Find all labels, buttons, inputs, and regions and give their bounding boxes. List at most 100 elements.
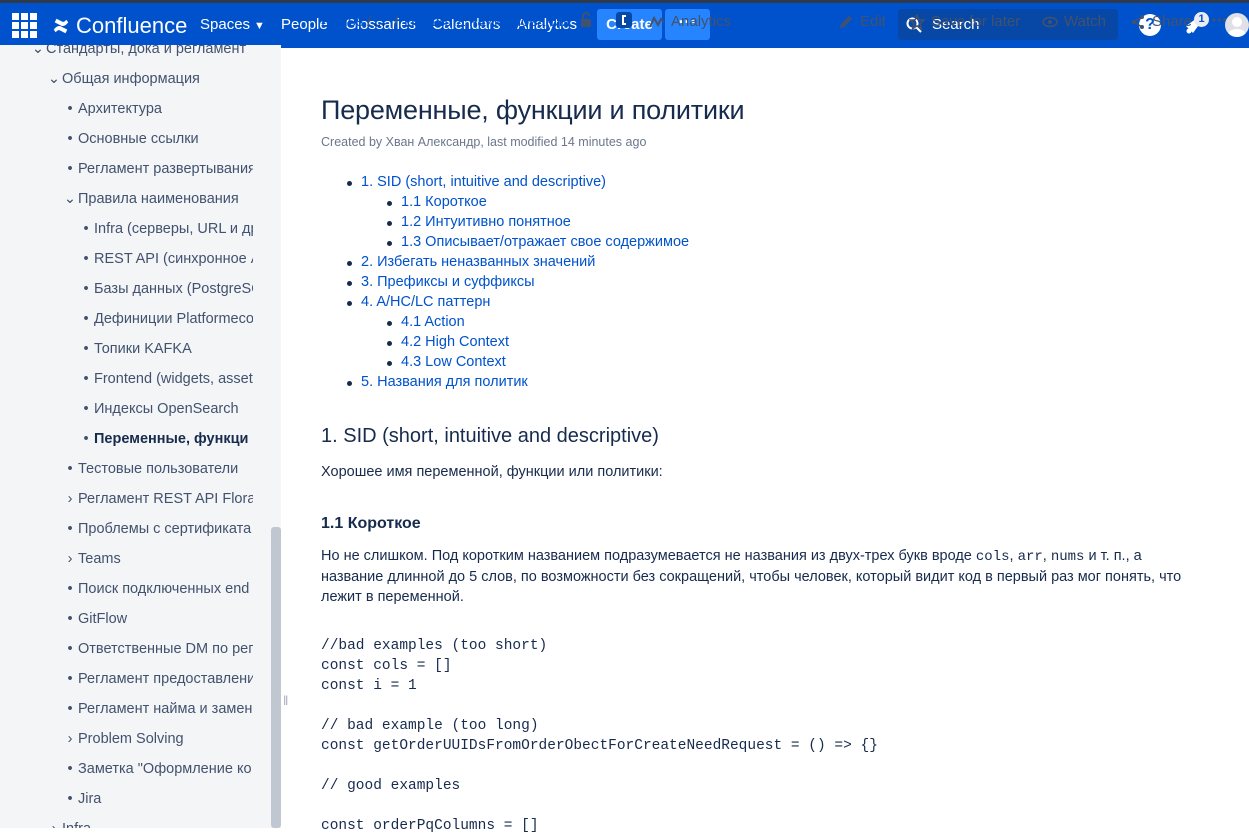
bullet-icon <box>347 261 352 266</box>
confluence-logo[interactable]: Confluence <box>52 3 187 48</box>
sidebar-tree-item[interactable]: • Дефиниции Platformeco <box>78 304 253 334</box>
nav-spaces[interactable]: Spaces ▼ <box>200 3 265 48</box>
watch-button[interactable]: Watch <box>1042 13 1106 30</box>
bullet-icon <box>387 221 392 226</box>
app-name: Confluence <box>76 12 188 38</box>
breadcrumb-parent[interactable]: Правила наименования <box>404 13 570 30</box>
sidebar-tree-item[interactable]: • Топики KAFKA <box>78 334 253 364</box>
sidebar-item-label: Infra (серверы, URL и др <box>94 221 253 237</box>
toc-link[interactable]: 4.3 Low Context <box>401 354 506 370</box>
bullet-icon <box>347 301 352 306</box>
confiforms-app-icon[interactable] <box>616 12 632 28</box>
short-description-paragraph: Но не слишком. Под коротким названием по… <box>321 546 1201 607</box>
app-switcher-icon[interactable] <box>12 13 37 38</box>
inline-code: nums <box>1050 549 1085 565</box>
analytics-button[interactable]: Analytics <box>649 13 731 30</box>
sidebar-tree-item[interactable]: › Problem Solving <box>62 724 253 754</box>
sidebar-item-label: Teams <box>78 551 121 567</box>
sidebar-tree-item[interactable]: ›Infra <box>46 814 253 828</box>
sidebar-tree-item[interactable]: › Регламент REST API Flora <box>62 484 253 514</box>
analytics-icon <box>649 15 665 27</box>
sidebar-tree-item[interactable]: • Ответственные DM по рег <box>62 634 253 664</box>
toc-link[interactable]: 1. SID (short, intuitive and descriptive… <box>361 174 606 190</box>
section-heading-sid: 1. SID (short, intuitive and descriptive… <box>321 425 659 447</box>
sidebar-tree-item[interactable]: • Frontend (widgets, asset <box>78 364 253 394</box>
sidebar-tree-item[interactable]: ⌄ Правила наименования <box>62 184 253 214</box>
pencil-icon <box>840 15 852 28</box>
breadcrumb-pages[interactable]: Pages <box>321 13 364 30</box>
toc-link[interactable]: 1.1 Короткое <box>401 194 487 210</box>
sidebar-tree-item[interactable]: • Регламент найма и замен <box>62 694 253 724</box>
avatar[interactable] <box>1225 13 1249 37</box>
sidebar-tree-item[interactable]: • Регламент предоставлени <box>62 664 253 694</box>
notification-count-badge: 1 <box>1194 12 1209 27</box>
sidebar-item-label: Jira <box>78 791 102 807</box>
eye-icon <box>1042 16 1058 27</box>
code-block: //bad examples (too short) const cols = … <box>321 638 878 834</box>
sidebar-item-label: REST API (синхронное А <box>94 251 253 267</box>
bullet-icon: • <box>67 101 73 117</box>
sidebar-item-label: Регламент найма и замен <box>78 701 253 717</box>
edit-button[interactable]: Edit <box>838 13 886 30</box>
save-for-later-button[interactable]: Save for later <box>909 13 1020 30</box>
sidebar-item-label: Регламент предоставлени <box>78 671 253 687</box>
sidebar-tree-item[interactable]: • Проблемы с сертификата <box>62 514 253 544</box>
chevron-down-icon[interactable]: ⌄ <box>30 45 46 64</box>
sidebar-tree-item[interactable]: • Переменные, функци <box>78 424 253 454</box>
sidebar-resize-handle[interactable]: ‖ <box>283 693 288 708</box>
chevron-right-icon[interactable]: › <box>46 814 62 828</box>
unlock-icon[interactable] <box>578 12 594 28</box>
toc-link[interactable]: 2. Избегать неназванных значений <box>361 254 595 270</box>
toc-link[interactable]: 1.3 Описывает/отражает свое содержимое <box>401 234 689 250</box>
sidebar-item-label: Основные ссылки <box>78 131 199 147</box>
sidebar-tree-item[interactable]: • Поиск подключенных end <box>62 574 253 604</box>
confluence-logo-icon <box>53 18 69 33</box>
toc-link[interactable]: 4. A/HC/LC паттерн <box>361 294 490 310</box>
sidebar-tree-item[interactable]: ⌄ Общая информация <box>46 64 253 94</box>
share-button[interactable]: Share <box>1130 13 1192 30</box>
sidebar-tree-item[interactable]: • REST API (синхронное А <box>78 244 253 274</box>
watch-label: Watch <box>1064 13 1106 30</box>
chevron-down-icon[interactable]: ⌄ <box>46 64 62 94</box>
toc-link[interactable]: 4.2 High Context <box>401 334 509 350</box>
toc-link[interactable]: 3. Префиксы и суффиксы <box>361 274 535 290</box>
section-intro-text: Хорошее имя переменной, функции или поли… <box>321 464 663 480</box>
bullet-icon <box>347 381 352 386</box>
sidebar-tree-item[interactable]: • Заметка "Оформление ко <box>62 754 253 784</box>
sidebar-tree-item[interactable]: • Базы данных (PostgreSQ <box>78 274 253 304</box>
toc-link[interactable]: 1.2 Интуитивно понятное <box>401 214 571 230</box>
toc-link[interactable]: 4.1 Action <box>401 314 465 330</box>
more-actions-icon[interactable]: ••• <box>1212 13 1228 27</box>
sidebar-tree-item[interactable]: • Infra (серверы, URL и др <box>78 214 253 244</box>
sidebar-tree-item[interactable]: • Индексы OpenSearch <box>78 394 253 424</box>
sidebar-scrollbar[interactable] <box>271 527 281 828</box>
sidebar-tree-item[interactable]: • Jira <box>62 784 253 814</box>
bullet-icon: • <box>67 161 73 177</box>
bullet-icon <box>387 241 392 246</box>
star-icon <box>909 13 925 30</box>
sidebar-tree-item[interactable]: ⌄ Стандарты, дока и регламент <box>30 45 253 64</box>
chevron-down-icon[interactable]: ⌄ <box>62 184 78 214</box>
bullet-icon: • <box>83 401 89 417</box>
sidebar-tree-item[interactable]: • Архитектура <box>62 94 253 124</box>
bullet-icon: • <box>67 461 73 477</box>
breadcrumb-ellipsis[interactable]: ... <box>373 13 386 30</box>
nav-spaces-label: Spaces <box>200 16 251 33</box>
bullet-icon <box>387 201 392 206</box>
inline-code: cols <box>975 549 1010 565</box>
bullet-icon <box>347 181 352 186</box>
breadcrumb-separator: / <box>394 13 399 30</box>
chevron-right-icon[interactable]: › <box>62 544 78 574</box>
inline-code: arr <box>1017 549 1043 565</box>
bullet-icon <box>387 361 392 366</box>
chevron-right-icon[interactable]: › <box>62 724 78 754</box>
chevron-right-icon[interactable]: › <box>62 484 78 514</box>
sidebar-tree-item[interactable]: • Регламент развертывания <box>62 154 253 184</box>
bullet-icon: • <box>67 611 73 627</box>
bullet-icon: • <box>83 431 89 447</box>
sidebar-tree-item[interactable]: • Основные ссылки <box>62 124 253 154</box>
toc-link[interactable]: 5. Названия для политик <box>361 374 528 390</box>
sidebar-tree-item[interactable]: • GitFlow <box>62 604 253 634</box>
sidebar-tree-item[interactable]: › Teams <box>62 544 253 574</box>
sidebar-tree-item[interactable]: • Тестовые пользователи <box>62 454 253 484</box>
